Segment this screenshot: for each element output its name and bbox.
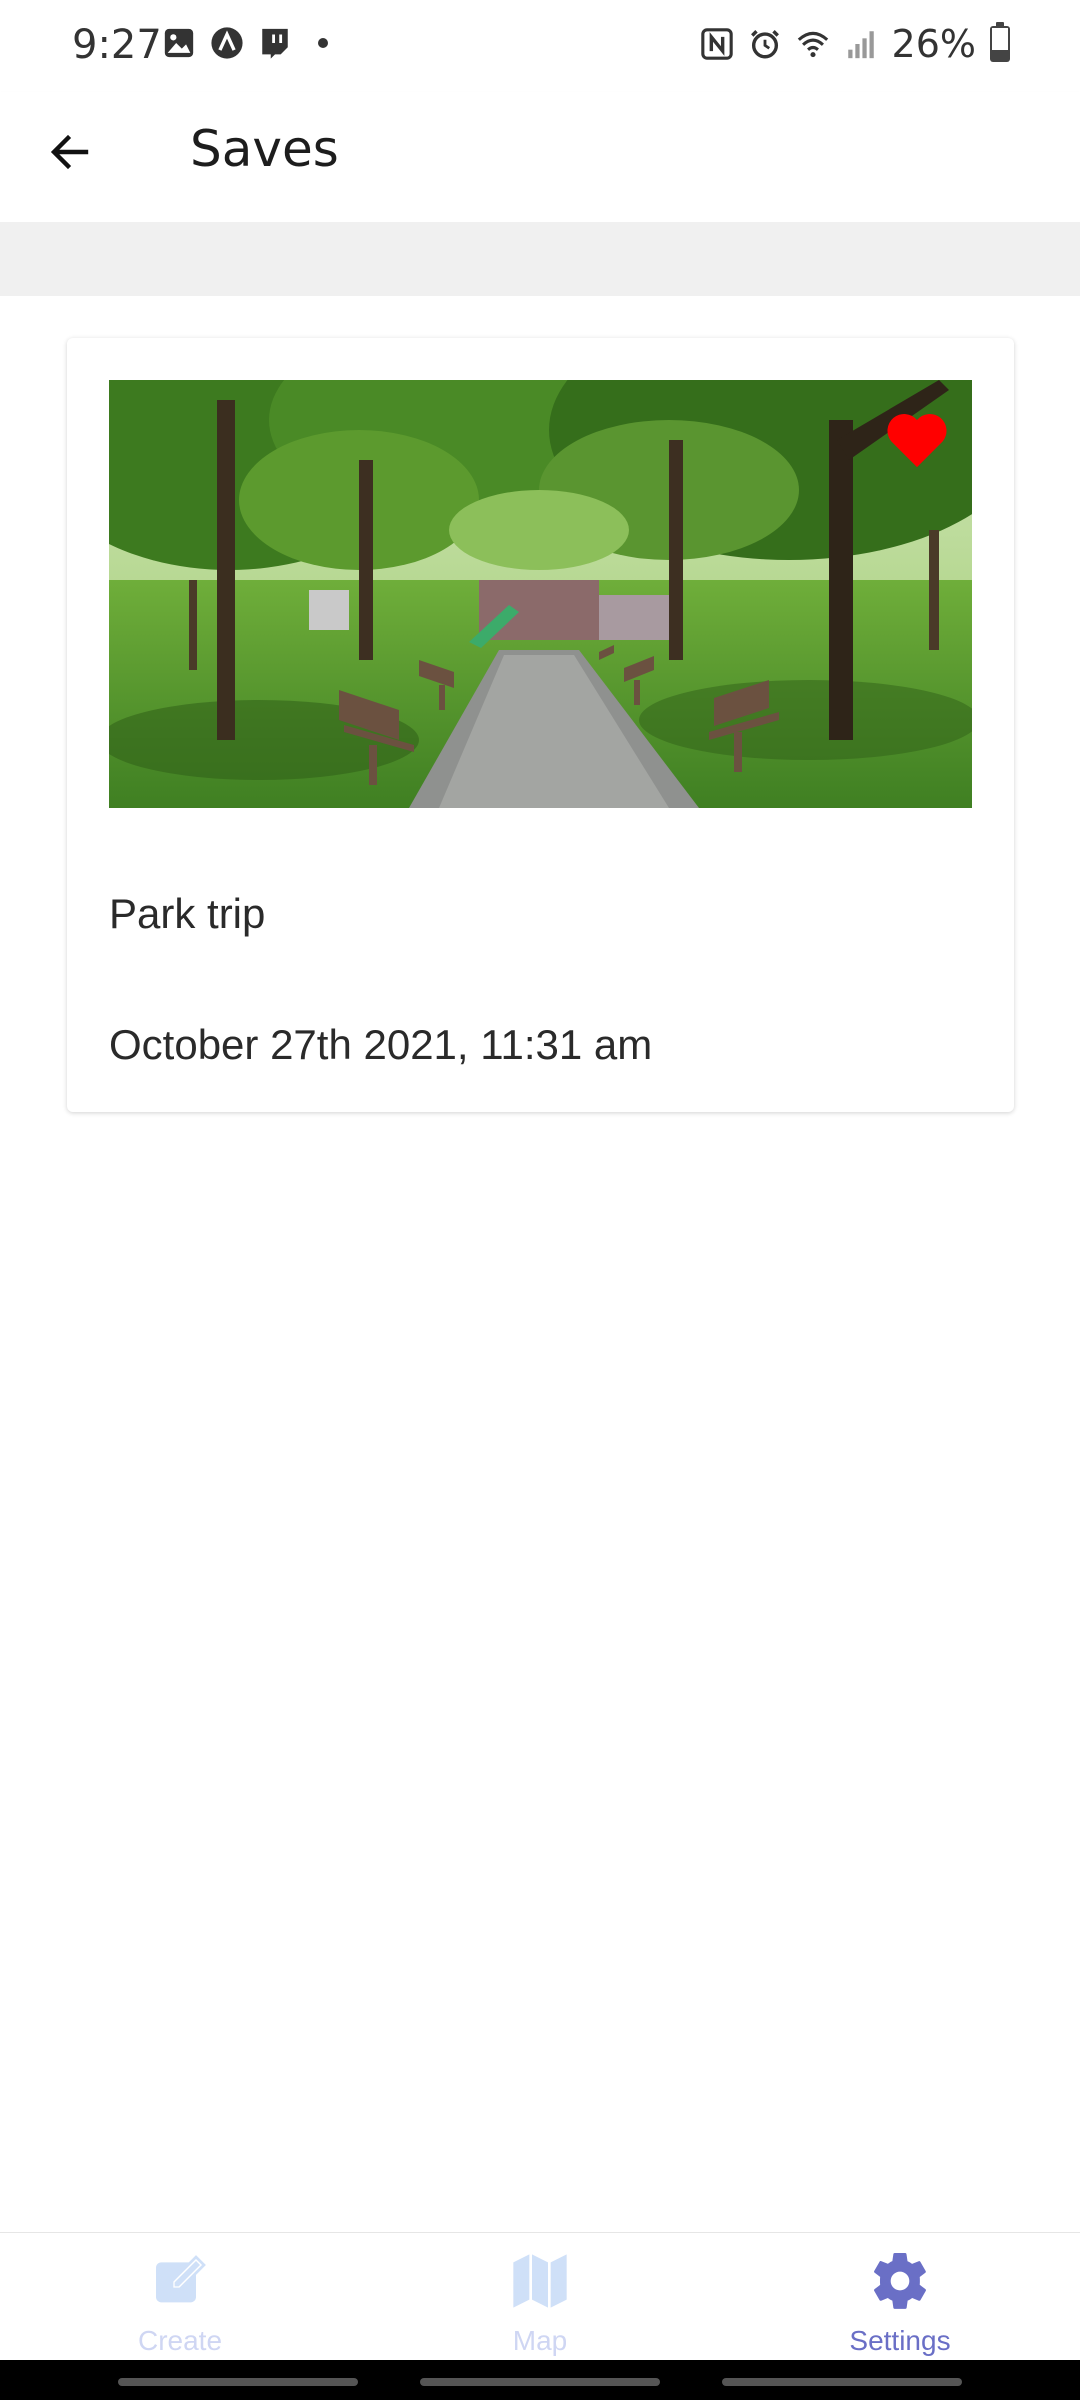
dot-icon [318,38,328,48]
status-notification-icons [162,26,328,60]
battery-percent: 26% [891,22,976,66]
nav-create-label: Create [137,2325,223,2356]
app-a-icon [211,27,243,59]
gallery-icon [164,28,194,58]
saved-item-card[interactable]: Park trip October 27th 2021, 11:31 am [67,338,1014,1112]
map-icon [513,2254,567,2308]
wifi-icon [797,31,828,58]
favorite-heart-button[interactable] [882,406,952,470]
saved-item-date: October 27th 2021, 11:31 am [109,1021,653,1068]
gesture-handle-left[interactable] [118,2378,358,2386]
status-time: 9:27 [72,22,162,68]
saved-item-title: Park trip [109,890,266,937]
status-bar: 9:27 26% [0,0,1080,92]
twitch-icon [262,28,288,59]
alarm-icon [750,30,779,59]
app-header: Saves [0,92,1080,222]
bottom-navigation: Create Map Settings [0,2232,1080,2360]
gesture-handle-center[interactable] [420,2378,660,2386]
nav-map[interactable]: Map [360,2233,720,2360]
nav-settings-label: Settings [849,2325,951,2356]
park-scene-image [109,380,972,808]
signal-icon [847,31,874,59]
page-title: Saves [190,120,339,178]
system-navigation-bar [0,2360,1080,2400]
nav-map-label: Map [512,2325,568,2356]
battery-icon [990,22,1010,62]
arrow-left-icon [50,134,89,170]
nav-create[interactable]: Create [0,2233,360,2360]
heart-icon [887,414,947,468]
pencil-icon [156,2255,206,2303]
status-system-icons: 26% [700,22,1010,66]
back-button[interactable] [38,120,102,184]
gear-icon [874,2253,926,2309]
nav-settings[interactable]: Settings [720,2233,1080,2360]
park-photo [109,380,972,808]
nfc-icon [700,28,733,60]
gesture-handle-right[interactable] [722,2378,962,2386]
header-spacer [0,222,1080,296]
